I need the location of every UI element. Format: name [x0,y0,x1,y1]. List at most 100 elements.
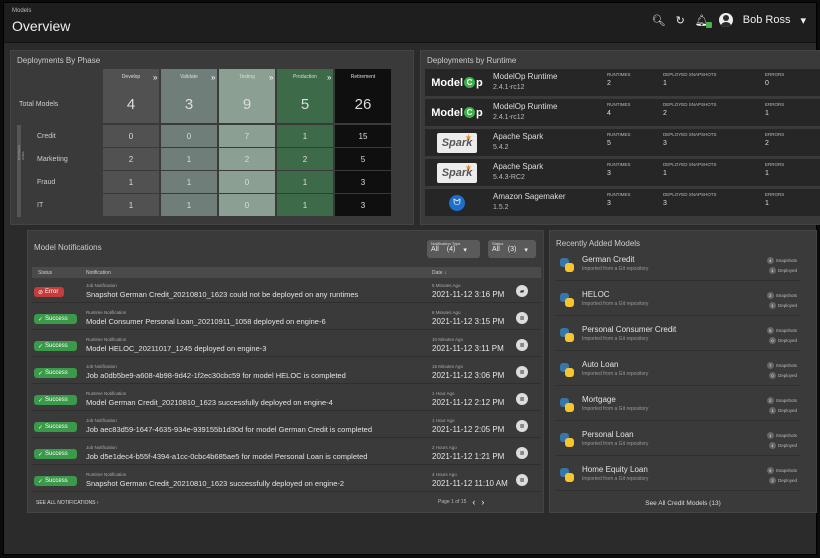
document-icon[interactable]: ≣ [516,339,528,351]
avatar[interactable] [718,13,733,27]
notification-type: Runtime Notification [86,472,127,477]
document-icon[interactable]: ≣ [516,474,528,486]
recent-model-item[interactable]: Home Equity Loan Imported from a Git repo… [556,461,801,491]
phase-count-cell[interactable]: 1 [161,171,217,193]
deployments-by-runtime-panel: Deployments by Runtime Model Cp ModelOp Ru… [420,50,820,225]
see-all-notifications-link[interactable]: SEE ALL NOTIFICATIONS › [36,500,99,506]
phase-total-cell[interactable]: 9 [219,85,275,123]
deployed-snapshots-count: 3 [663,140,667,147]
runtime-row[interactable]: Spark ★ Apache Spark 5.4.3-RC2 RUNTIMES 3 DEPL… [425,159,820,186]
document-icon[interactable]: ≣ [516,447,528,459]
phase-count-cell[interactable]: 1 [103,171,159,193]
model-name: Home Equity Loan [582,465,648,474]
column-label: DEPLOYED SNAPSHOTS [663,132,717,137]
notification-message: Model Consumer Personal Loan_20210911_10… [86,317,326,326]
phase-count-cell[interactable]: 1 [277,171,333,193]
panel-title: Model Notifications [34,243,102,252]
notification-message: Job aec83d59-1647-4635-934e-939155b1d30d… [86,425,373,434]
check-icon: ✓ [38,397,44,404]
notification-row[interactable]: ✓ Success Job Notification Job d5e1dec4-b55… [32,442,541,465]
deployed-label: Deployed [777,268,797,273]
phase-header-retirement[interactable]: Retirement [335,69,391,85]
phase-header-develop[interactable]: Develop [103,69,159,85]
phase-count-cell[interactable]: 0 [219,194,275,216]
recent-model-item[interactable]: Personal Loan Imported from a Git reposit… [556,426,801,456]
deployed-snapshots-count: 1 [663,170,667,177]
runtime-row[interactable]: Model Cp ModelOp Runtime 2.4.1-rc12 RUNTIMES… [425,99,820,126]
pagination: Page 1 of 15 ‹ › [438,497,484,507]
runtime-version: 5.4.2 [493,144,509,151]
model-notifications-panel: Model Notifications Notification Type Al… [27,230,544,513]
user-name[interactable]: Bob Ross [743,14,791,26]
phase-count-cell[interactable]: 3 [335,171,391,193]
notification-row[interactable]: ✓ Success Runtime Notification Model Consum… [32,307,541,330]
status-badge: ✓ Success [34,314,77,324]
next-page-icon[interactable]: › [481,497,484,507]
document-icon[interactable]: ≣ [516,366,528,378]
phase-count-cell[interactable]: 1 [161,148,217,170]
notification-row[interactable]: ✓ Success Runtime Notification Model HELOC_… [32,334,541,357]
runtime-row[interactable]: Spark ★ Apache Spark 5.4.2 RUNTIMES 5 DEPLOYED… [425,129,820,156]
phase-count-cell[interactable]: 1 [277,125,333,147]
runtime-row[interactable]: ᗢ Amazon Sagemaker 1.5.2 RUNTIMES 3 DEPLOYED … [425,189,820,216]
phase-count-cell[interactable]: 0 [161,125,217,147]
phase-count-cell[interactable]: 1 [103,194,159,216]
column-notification[interactable]: Notification [86,270,111,276]
document-icon[interactable]: ≣ [516,393,528,405]
notification-row[interactable]: ⊘ Error Job Notification Snapshot German Cr… [32,280,541,303]
phase-count-cell[interactable]: 0 [219,171,275,193]
notification-row[interactable]: ✓ Success Job Notification Job aec83d59-164… [32,415,541,438]
document-icon[interactable]: ≣ [516,312,528,324]
column-label: DEPLOYED SNAPSHOTS [663,192,717,197]
document-icon[interactable]: ≣ [516,420,528,432]
recent-model-item[interactable]: Auto Loan Imported from a Git repository 7… [556,356,801,386]
notification-type-filter[interactable]: Notification Type All (4) ▾ [427,240,480,258]
phase-total-cell[interactable]: 5 [277,85,333,123]
notifications-bell[interactable]: 🔔︎ [695,14,712,28]
phase-count-cell[interactable]: 2 [219,148,275,170]
history-icon[interactable]: ↻ [676,14,685,27]
chevron-down-icon[interactable]: ▾ [800,14,806,27]
phase-header-validate[interactable]: Validate [161,69,217,85]
top-bar-actions: 🔍︎ ↻ 🔔︎ Bob Ross ▾ [652,13,806,28]
recent-model-item[interactable]: Mortgage Imported from a Git repository 2 S… [556,391,801,421]
phase-total-cell[interactable]: 4 [103,85,159,123]
runtime-logo: Spark ★ [427,161,487,184]
prev-page-icon[interactable]: ‹ [472,497,475,507]
filter-value: All (3) ▾ [492,246,532,254]
filter-count: (4) [446,246,456,253]
phase-header-testing[interactable]: Testing [219,69,275,85]
phase-total-cell[interactable]: 26 [335,85,391,123]
breadcrumb[interactable]: Models [12,8,31,14]
recent-model-item[interactable]: HELOC Imported from a Git repository 2 Snap… [556,286,801,316]
phase-count-cell[interactable]: 7 [219,125,275,147]
notification-row[interactable]: ✓ Success Job Notification Job a0db5be9-a60… [32,361,541,384]
phase-count-cell[interactable]: 2 [103,148,159,170]
deployed-label: Deployed [777,303,797,308]
see-all-credit-models-link[interactable]: See All Credit Models (13) [550,500,816,507]
notification-date: 2021-11-12 2:05 PM [432,425,505,434]
phase-count-cell[interactable]: 0 [103,125,159,147]
notification-row[interactable]: ✓ Success Runtime Notification Snapshot Ger… [32,469,541,492]
search-icon[interactable]: 🔍︎ [652,14,666,27]
column-date[interactable]: Date ↓ [432,270,446,276]
phase-count-cell[interactable]: 1 [277,194,333,216]
status-filter[interactable]: Status All (3) ▾ [488,240,536,258]
phase-header-production[interactable]: Production [277,69,333,85]
runtime-row[interactable]: Model Cp ModelOp Runtime 2.4.1-rc12 RUNTIMES… [425,69,820,96]
phase-count-cell[interactable]: 15 [335,125,391,147]
sagemaker-icon: ᗢ [449,194,465,211]
chevron-right-icon: » [269,72,274,82]
phase-count-cell[interactable]: 2 [277,148,333,170]
recent-model-item[interactable]: German Credit Imported from a Git reposit… [556,251,801,281]
folder-icon[interactable]: ▰ [516,285,528,297]
snapshots-stat: 5 Snapshots [766,327,797,334]
phase-count-cell[interactable]: 3 [335,194,391,216]
phase-count-cell[interactable]: 5 [335,148,391,170]
recent-model-item[interactable]: Personal Consumer Credit Imported from a … [556,321,801,351]
phase-total-cell[interactable]: 3 [161,85,217,123]
notification-row[interactable]: ✓ Success Runtime Notification Model German… [32,388,541,411]
phase-count-cell[interactable]: 1 [161,194,217,216]
column-status[interactable]: Status [38,270,52,276]
runtime-logo: ᗢ [427,191,487,214]
